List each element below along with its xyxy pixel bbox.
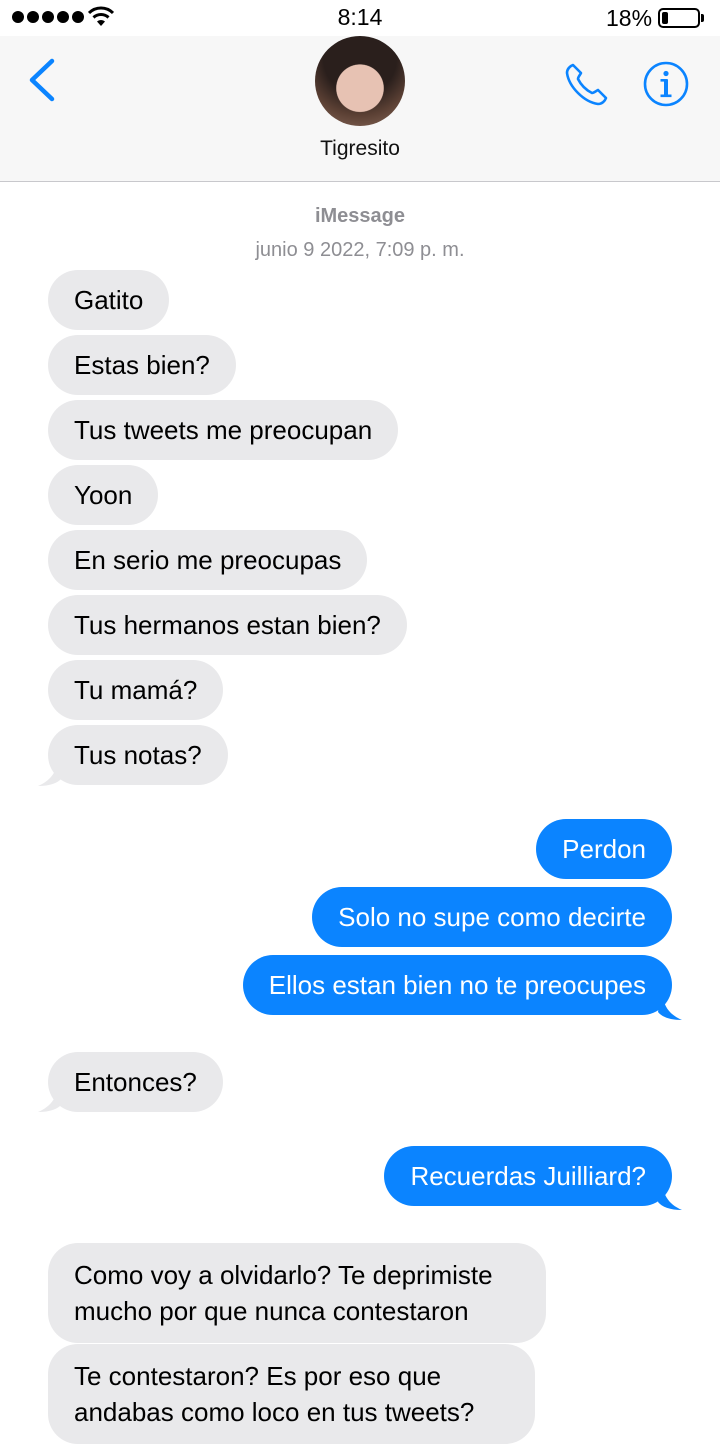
message-bubble-incoming[interactable]: Gatito xyxy=(48,270,170,330)
phone-call-icon[interactable] xyxy=(563,60,611,108)
message-bubble-outgoing[interactable]: Solo no supe como decirte xyxy=(312,887,672,947)
message-bubble-incoming[interactable]: Tus notas? xyxy=(48,725,228,785)
contact-avatar[interactable] xyxy=(315,36,405,126)
message-bubble-incoming[interactable]: Como voy a olvidarlo? Te deprimiste much… xyxy=(48,1243,546,1343)
battery-percentage: 18% xyxy=(606,5,653,31)
message-bubble-incoming[interactable]: Tu mamá? xyxy=(48,660,224,720)
message-bubble-incoming[interactable]: Estas bien? xyxy=(48,335,236,395)
message-bubble-incoming[interactable]: Tus tweets me preocupan xyxy=(48,400,399,460)
status-bar: 8:14 18% xyxy=(0,0,720,36)
message-bubble-incoming[interactable]: Yoon xyxy=(48,465,159,525)
contact-name[interactable]: Tigresito xyxy=(0,137,720,161)
service-label: iMessage xyxy=(314,205,406,227)
conversation-timestamp: junio 9 2022, 7:09 p. m. xyxy=(255,239,465,261)
message-bubble-incoming[interactable]: Entonces? xyxy=(48,1052,223,1112)
message-thread[interactable]: iMessage junio 9 2022, 7:09 p. m. Gatito… xyxy=(0,182,720,1444)
info-icon[interactable] xyxy=(642,60,690,108)
message-bubble-outgoing[interactable]: Ellos estan bien no te preocupes xyxy=(242,955,672,1015)
message-bubble-incoming[interactable]: En serio me preocupas xyxy=(48,530,368,590)
conversation-header: Tigresito xyxy=(0,36,720,182)
message-bubble-outgoing[interactable]: Perdon xyxy=(536,819,672,879)
message-bubble-incoming[interactable]: Tus hermanos estan bien? xyxy=(48,595,407,655)
message-bubble-incoming[interactable]: Te contestaron? Es por eso que andabas c… xyxy=(48,1344,535,1444)
battery-icon xyxy=(658,8,704,28)
message-bubble-outgoing[interactable]: Recuerdas Juilliard? xyxy=(384,1146,672,1206)
back-chevron-icon[interactable] xyxy=(26,58,56,102)
